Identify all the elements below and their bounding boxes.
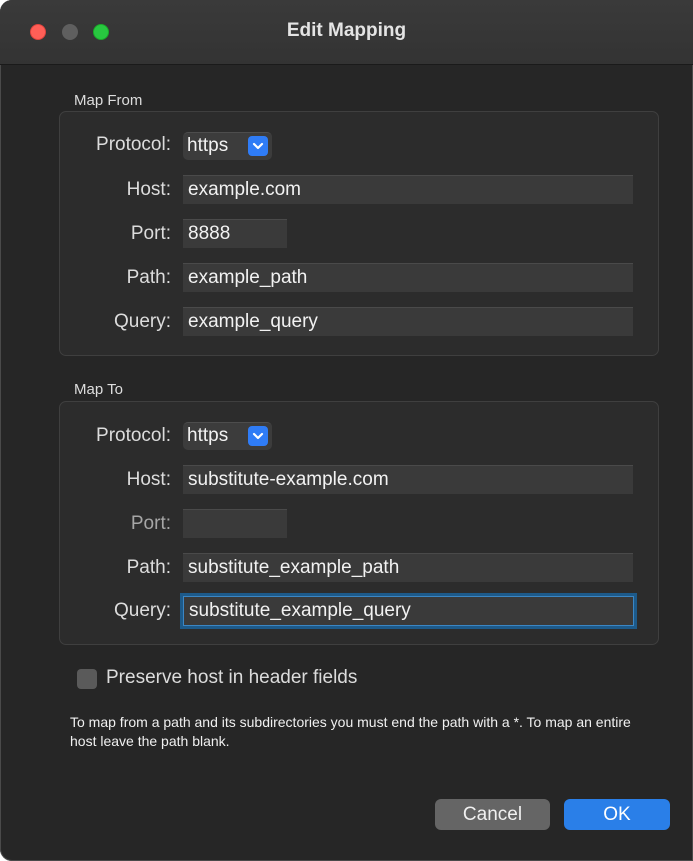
map-from-protocol-value: https bbox=[187, 135, 229, 156]
map-to-query-input[interactable]: substitute_example_query bbox=[180, 593, 637, 629]
map-from-query-input[interactable]: example_query bbox=[183, 307, 633, 336]
map-from-host-input[interactable]: example.com bbox=[183, 175, 633, 204]
chevron-down-icon bbox=[248, 426, 268, 446]
map-from-host-label: Host: bbox=[126, 179, 171, 200]
preserve-host-label[interactable]: Preserve host in header fields bbox=[106, 667, 357, 689]
map-to-label: Map To bbox=[74, 381, 123, 398]
map-from-path-label: Path: bbox=[126, 267, 171, 288]
cancel-button[interactable]: Cancel bbox=[435, 799, 550, 830]
map-to-protocol-value: https bbox=[187, 425, 229, 446]
window-title: Edit Mapping bbox=[286, 20, 407, 41]
edit-mapping-dialog: Edit Mapping Map From Protocol: https Ho… bbox=[0, 0, 693, 861]
map-to-protocol-label: Protocol: bbox=[96, 425, 171, 446]
ok-button[interactable]: OK bbox=[564, 799, 670, 830]
map-from-label: Map From bbox=[74, 92, 143, 109]
map-to-path-input[interactable]: substitute_example_path bbox=[183, 553, 633, 582]
title-bar[interactable]: Edit Mapping bbox=[0, 0, 693, 65]
map-to-query-label: Query: bbox=[113, 600, 171, 621]
map-from-protocol-select[interactable]: https bbox=[183, 132, 272, 160]
map-to-host-label: Host: bbox=[126, 469, 171, 490]
map-from-protocol-label: Protocol: bbox=[96, 134, 171, 155]
map-to-port-input[interactable] bbox=[183, 509, 287, 538]
map-from-port-label: Port: bbox=[130, 223, 171, 244]
map-to-path-label: Path: bbox=[126, 557, 171, 578]
help-text: To map from a path and its subdirectorie… bbox=[70, 714, 631, 749]
map-from-path-input[interactable]: example_path bbox=[183, 263, 633, 292]
map-from-query-label: Query: bbox=[113, 311, 171, 332]
map-to-port-label: Port: bbox=[130, 513, 171, 534]
chevron-down-icon bbox=[248, 136, 268, 156]
preserve-host-checkbox[interactable] bbox=[77, 669, 97, 689]
map-to-protocol-select[interactable]: https bbox=[183, 422, 272, 450]
map-from-port-input[interactable]: 8888 bbox=[183, 219, 287, 248]
map-to-host-input[interactable]: substitute-example.com bbox=[183, 465, 633, 494]
